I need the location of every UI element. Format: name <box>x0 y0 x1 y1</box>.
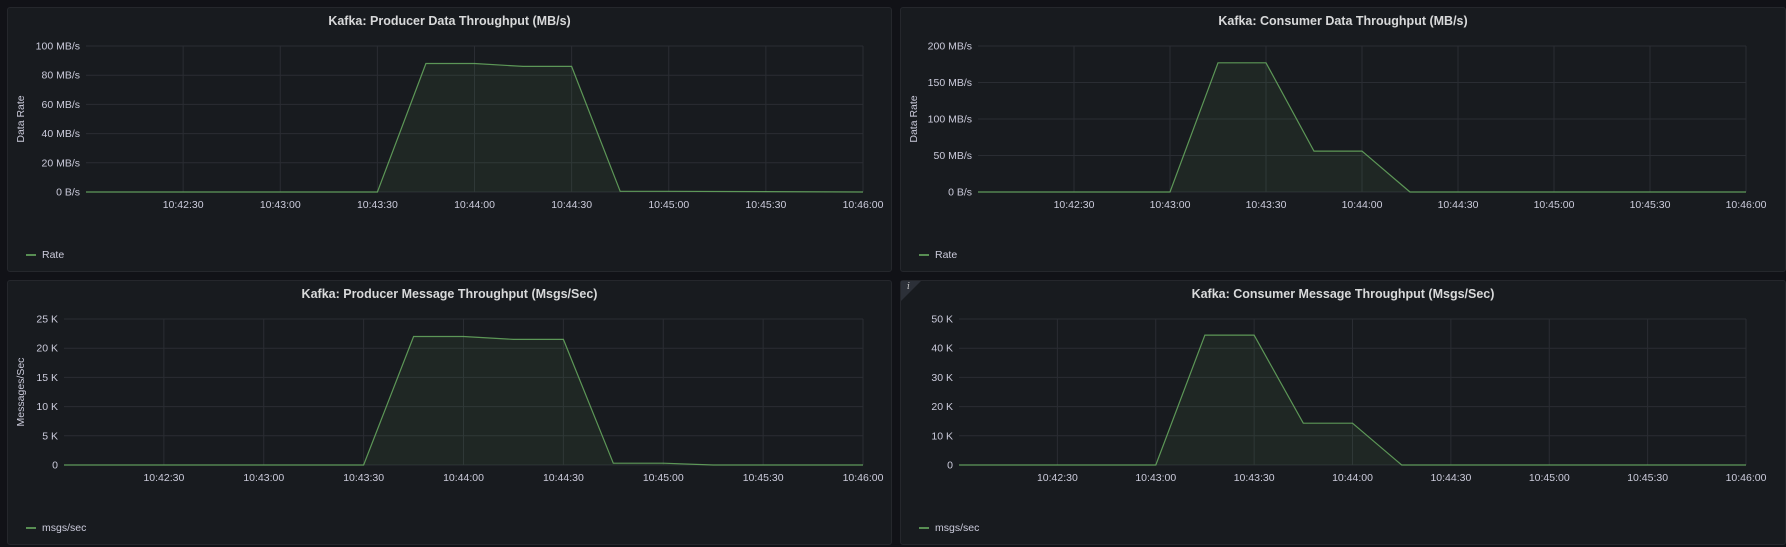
y-axis-label: Data Rate <box>15 95 27 142</box>
legend[interactable]: Rate <box>26 249 64 261</box>
x-tick-label: 10:43:00 <box>260 199 301 211</box>
x-tick-label: 10:45:00 <box>1529 472 1570 484</box>
panel-producer-message-throughput[interactable]: Kafka: Producer Message Throughput (Msgs… <box>7 280 892 545</box>
y-tick-label: 80 MB/s <box>41 70 80 82</box>
x-tick-label: 10:45:30 <box>743 472 784 484</box>
x-tick-label: 10:44:30 <box>543 472 584 484</box>
y-tick-label: 20 K <box>931 401 953 413</box>
x-tick-label: 10:44:30 <box>1438 199 1479 211</box>
y-tick-label: 0 <box>52 460 58 472</box>
legend-swatch <box>26 527 36 529</box>
dashboard-grid: Kafka: Producer Data Throughput (MB/s) 0… <box>0 0 1786 547</box>
y-tick-label: 0 <box>947 460 953 472</box>
y-tick-label: 200 MB/s <box>928 41 972 53</box>
y-tick-label: 40 K <box>931 343 953 355</box>
panel-producer-data-throughput[interactable]: Kafka: Producer Data Throughput (MB/s) 0… <box>7 7 892 272</box>
x-tick-label: 10:45:30 <box>1630 199 1671 211</box>
legend[interactable]: msgs/sec <box>26 522 86 534</box>
y-tick-label: 50 K <box>931 314 953 326</box>
panel-consumer-message-throughput[interactable]: i Kafka: Consumer Message Throughput (Ms… <box>900 280 1786 545</box>
y-tick-label: 60 MB/s <box>41 99 80 111</box>
legend[interactable]: msgs/sec <box>919 522 979 534</box>
x-tick-label: 10:42:30 <box>1054 199 1095 211</box>
legend-label[interactable]: msgs/sec <box>42 522 86 534</box>
y-tick-label: 100 MB/s <box>928 114 972 126</box>
y-tick-label: 10 K <box>931 430 953 442</box>
x-tick-label: 10:45:00 <box>648 199 689 211</box>
panel-consumer-data-throughput[interactable]: Kafka: Consumer Data Throughput (MB/s) 0… <box>900 7 1786 272</box>
legend-swatch <box>26 254 36 256</box>
x-tick-label: 10:43:00 <box>1150 199 1191 211</box>
chart-producer-message-throughput: 0 5 K 10 K 15 K 20 K 25 K 10:42:30 10:43:00 10:4… <box>15 314 884 485</box>
x-tick-label: 10:46:00 <box>843 199 884 211</box>
y-tick-label: 50 MB/s <box>933 150 972 162</box>
y-axis-label: Data Rate <box>908 95 920 142</box>
y-tick-label: 5 K <box>42 430 58 442</box>
x-tick-label: 10:43:30 <box>1246 199 1287 211</box>
y-tick-label: 20 K <box>36 343 58 355</box>
x-tick-label: 10:44:00 <box>1332 472 1373 484</box>
chart-producer-data-throughput: 0 B/s 20 MB/s 40 MB/s 60 MB/s 80 MB/s 100 MB/… <box>15 41 884 212</box>
x-tick-label: 10:43:00 <box>1135 472 1176 484</box>
y-tick-label: 0 B/s <box>948 187 972 199</box>
x-tick-label: 10:44:30 <box>1430 472 1471 484</box>
x-tick-label: 10:46:00 <box>1726 472 1767 484</box>
x-tick-label: 10:46:00 <box>1726 199 1767 211</box>
x-tick-label: 10:44:30 <box>551 199 592 211</box>
x-tick-label: 10:43:30 <box>1234 472 1275 484</box>
chart-consumer-message-throughput: 0 10 K 20 K 30 K 40 K 50 K 10:42:30 10:43:00 10:… <box>931 314 1767 485</box>
chart-consumer-data-throughput: 0 B/s 50 MB/s 100 MB/s 150 MB/s 200 MB/s 10:4… <box>908 41 1767 212</box>
x-tick-label: 10:45:00 <box>1534 199 1575 211</box>
x-tick-label: 10:46:00 <box>843 472 884 484</box>
x-tick-label: 10:44:00 <box>443 472 484 484</box>
y-tick-label: 40 MB/s <box>41 128 80 140</box>
x-tick-label: 10:42:30 <box>143 472 184 484</box>
legend-label[interactable]: Rate <box>42 249 64 261</box>
y-tick-label: 10 K <box>36 401 58 413</box>
x-tick-label: 10:43:30 <box>343 472 384 484</box>
x-tick-label: 10:45:00 <box>643 472 684 484</box>
y-tick-label: 15 K <box>36 372 58 384</box>
x-tick-label: 10:43:00 <box>243 472 284 484</box>
series-area <box>64 336 863 465</box>
y-tick-label: 20 MB/s <box>41 157 80 169</box>
y-tick-label: 0 B/s <box>56 187 80 199</box>
y-tick-label: 25 K <box>36 314 58 326</box>
y-tick-label: 30 K <box>931 372 953 384</box>
x-tick-label: 10:42:30 <box>1037 472 1078 484</box>
x-tick-label: 10:42:30 <box>163 199 204 211</box>
legend-swatch <box>919 254 929 256</box>
legend-swatch <box>919 527 929 529</box>
x-tick-label: 10:45:30 <box>1627 472 1668 484</box>
x-tick-label: 10:43:30 <box>357 199 398 211</box>
legend-label[interactable]: Rate <box>935 249 957 261</box>
legend-label[interactable]: msgs/sec <box>935 522 979 534</box>
y-axis-label: Messages/Sec <box>15 358 27 427</box>
series-area <box>86 63 863 192</box>
x-tick-label: 10:45:30 <box>745 199 786 211</box>
y-tick-label: 150 MB/s <box>928 77 972 89</box>
x-tick-label: 10:44:00 <box>454 199 495 211</box>
y-tick-label: 100 MB/s <box>36 41 80 53</box>
legend[interactable]: Rate <box>919 249 957 261</box>
x-tick-label: 10:44:00 <box>1342 199 1383 211</box>
